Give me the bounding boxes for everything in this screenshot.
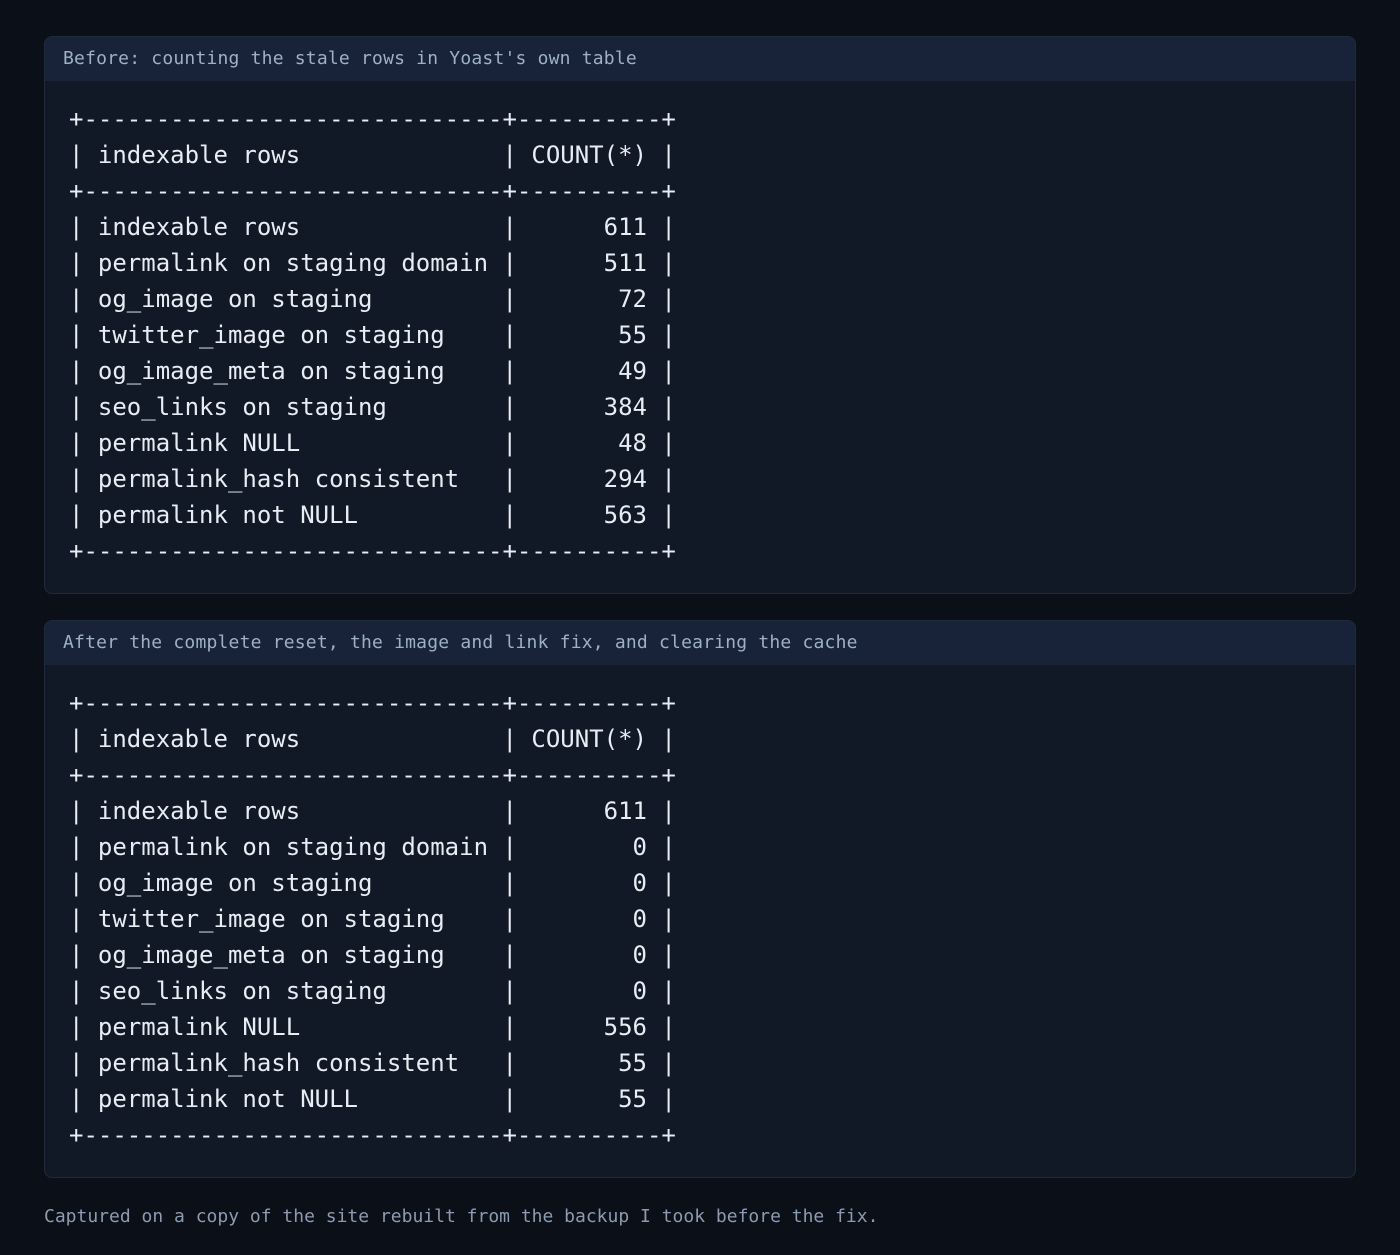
table-row: | og_image_meta on staging | 49 | — [69, 357, 676, 385]
table-row: | permalink on staging domain | 511 | — [69, 249, 676, 277]
table-border-bottom: +-----------------------------+---------… — [69, 1121, 676, 1149]
caption-text: Captured on a copy of the site rebuilt f… — [44, 1206, 879, 1227]
table-row: | permalink_hash consistent | 294 | — [69, 465, 676, 493]
query-output[interactable]: +-----------------------------+---------… — [45, 665, 1355, 1153]
table-row: | permalink on staging domain | 0 | — [69, 833, 676, 861]
table-border-top: +-----------------------------+---------… — [69, 689, 676, 717]
table-row: | permalink NULL | 556 | — [69, 1013, 676, 1041]
table-row: | og_image on staging | 72 | — [69, 285, 676, 313]
table-row: | og_image on staging | 0 | — [69, 869, 676, 897]
table-row: | og_image_meta on staging | 0 | — [69, 941, 676, 969]
table-border-header: +-----------------------------+---------… — [69, 177, 676, 205]
table-border-header: +-----------------------------+---------… — [69, 761, 676, 789]
table-row: | seo_links on staging | 384 | — [69, 393, 676, 421]
before-query-panel: Before: counting the stale rows in Yoast… — [44, 36, 1356, 594]
table-row: | permalink not NULL | 563 | — [69, 501, 676, 529]
panel-title: Before: counting the stale rows in Yoast… — [45, 37, 1355, 81]
table-row: | permalink_hash consistent | 55 | — [69, 1049, 676, 1077]
results-container: Before: counting the stale rows in Yoast… — [44, 36, 1356, 1178]
after-query-panel: After the complete reset, the image and … — [44, 620, 1356, 1178]
table-row: | twitter_image on staging | 55 | — [69, 321, 676, 349]
table-row: | twitter_image on staging | 0 | — [69, 905, 676, 933]
table-row: | permalink NULL | 48 | — [69, 429, 676, 457]
panel-title: After the complete reset, the image and … — [45, 621, 1355, 665]
table-header-row: | indexable rows | COUNT(*) | — [69, 141, 676, 169]
query-output[interactable]: +-----------------------------+---------… — [45, 81, 1355, 569]
table-border-bottom: +-----------------------------+---------… — [69, 537, 676, 565]
table-row: | indexable rows | 611 | — [69, 797, 676, 825]
table-row: | seo_links on staging | 0 | — [69, 977, 676, 1005]
table-border-top: +-----------------------------+---------… — [69, 105, 676, 133]
table-row: | indexable rows | 611 | — [69, 213, 676, 241]
table-header-row: | indexable rows | COUNT(*) | — [69, 725, 676, 753]
table-row: | permalink not NULL | 55 | — [69, 1085, 676, 1113]
